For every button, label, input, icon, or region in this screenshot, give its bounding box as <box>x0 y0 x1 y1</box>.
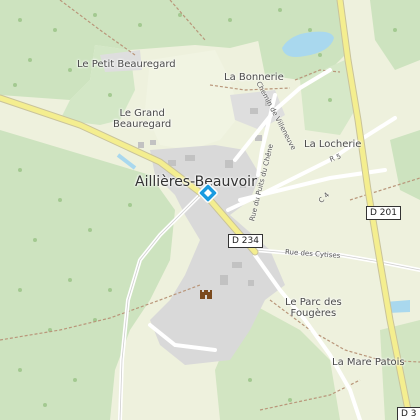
map-view[interactable]: Le Petit Beauregard La Bonnerie Le Grand… <box>0 0 420 420</box>
place-label: La Locherie <box>304 139 362 150</box>
road-shield-d234: D 234 <box>228 234 263 248</box>
place-label-multiline: Le Parc des Fougères <box>285 297 342 319</box>
town-label: Aillières-Beauvoir <box>135 174 257 190</box>
place-label-line: Beauregard <box>113 119 172 130</box>
road-shield-d201: D 201 <box>366 206 401 220</box>
place-label-line: Fougères <box>290 308 337 319</box>
place-label: Le Petit Beauregard <box>77 59 176 70</box>
place-label-line: Le Grand <box>119 108 165 119</box>
place-label: La Mare Patois <box>332 357 405 368</box>
location-diamond-icon[interactable] <box>198 184 218 206</box>
road-shield-d3: D 3 <box>397 407 420 420</box>
place-label-multiline: Le Grand Beauregard <box>113 108 171 130</box>
castle-icon[interactable] <box>199 287 213 299</box>
place-label-line: Le Parc des <box>285 297 342 308</box>
place-label: La Bonnerie <box>224 72 284 83</box>
